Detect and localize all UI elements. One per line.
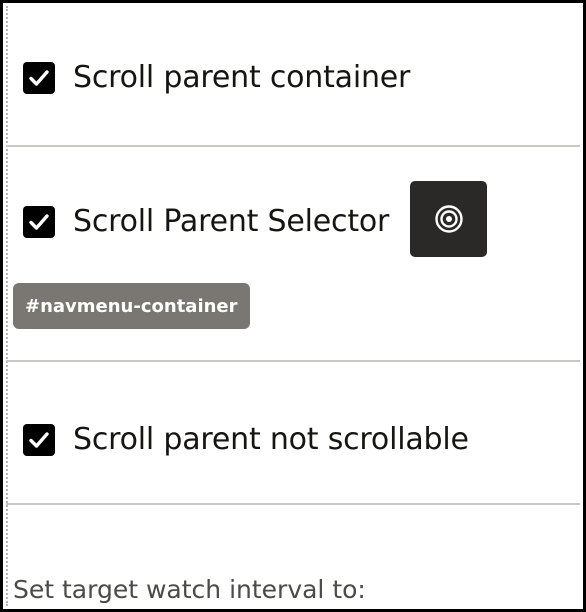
scroll-parent-selector-label: Scroll Parent Selector bbox=[73, 204, 390, 239]
checkmark-icon bbox=[29, 431, 49, 448]
scroll-parent-container-option[interactable]: Scroll parent container bbox=[23, 60, 410, 95]
checkmark-icon bbox=[29, 213, 49, 230]
selector-chip: #navmenu-container bbox=[13, 283, 250, 329]
scroll-parent-selector-option[interactable]: Scroll Parent Selector bbox=[23, 204, 389, 239]
divider bbox=[6, 360, 580, 362]
scroll-parent-container-label: Scroll parent container bbox=[73, 60, 411, 95]
panel-edge bbox=[6, 6, 8, 606]
checkmark-icon bbox=[29, 69, 49, 86]
target-icon bbox=[434, 205, 463, 233]
scroll-parent-selector-checkbox[interactable] bbox=[23, 205, 55, 238]
settings-panel: Scroll parent container Scroll Parent Se… bbox=[0, 0, 586, 612]
select-element-button[interactable] bbox=[410, 181, 487, 257]
watch-interval-label: Set target watch interval to: bbox=[13, 575, 366, 604]
scroll-parent-not-scrollable-option[interactable]: Scroll parent not scrollable bbox=[23, 422, 469, 457]
scroll-parent-not-scrollable-label: Scroll parent not scrollable bbox=[73, 422, 469, 457]
divider bbox=[6, 503, 580, 505]
divider bbox=[6, 145, 580, 147]
scroll-parent-not-scrollable-checkbox[interactable] bbox=[23, 423, 55, 456]
scroll-parent-container-checkbox[interactable] bbox=[23, 61, 55, 94]
